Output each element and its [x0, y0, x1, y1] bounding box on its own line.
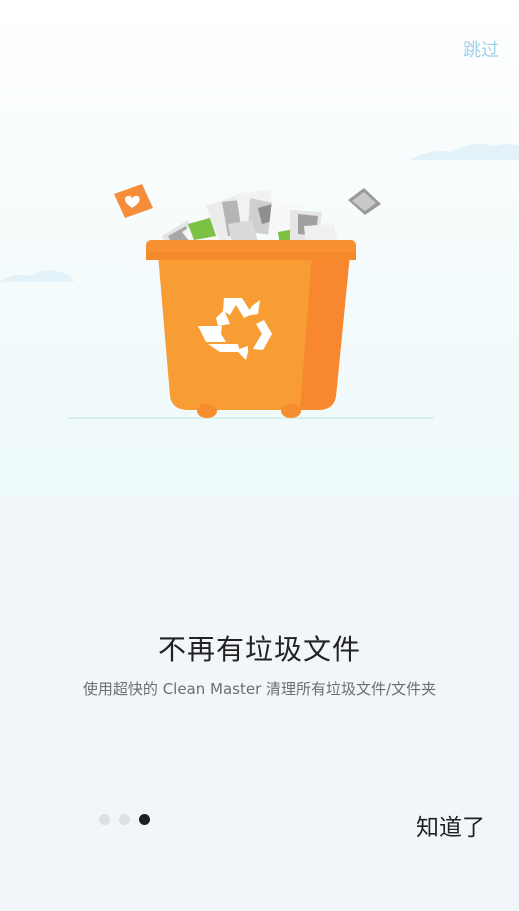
page-dot-2	[119, 814, 130, 825]
page-title: 不再有垃圾文件	[157, 633, 361, 666]
got-it-button[interactable]: 知道了	[416, 808, 485, 842]
onboarding-hero: 跳过	[0, 0, 519, 496]
page-subtitle: 使用超快的 Clean Master 清理所有垃圾文件/文件夹	[82, 680, 437, 698]
cloud-left	[0, 270, 74, 282]
cloud-right	[410, 144, 519, 160]
floating-paper-right	[348, 188, 381, 215]
page-dot-3-active	[139, 814, 150, 825]
skip-button[interactable]: 跳过	[463, 36, 499, 62]
heart-icon	[114, 184, 153, 218]
trash-illustration	[0, 144, 519, 419]
onboarding-footer: 不再有垃圾文件 使用超快的 Clean Master 清理所有垃圾文件/文件夹 …	[0, 496, 519, 911]
page-indicator	[99, 814, 150, 825]
page-dot-1	[99, 814, 110, 825]
recycle-bin-icon	[146, 240, 356, 418]
